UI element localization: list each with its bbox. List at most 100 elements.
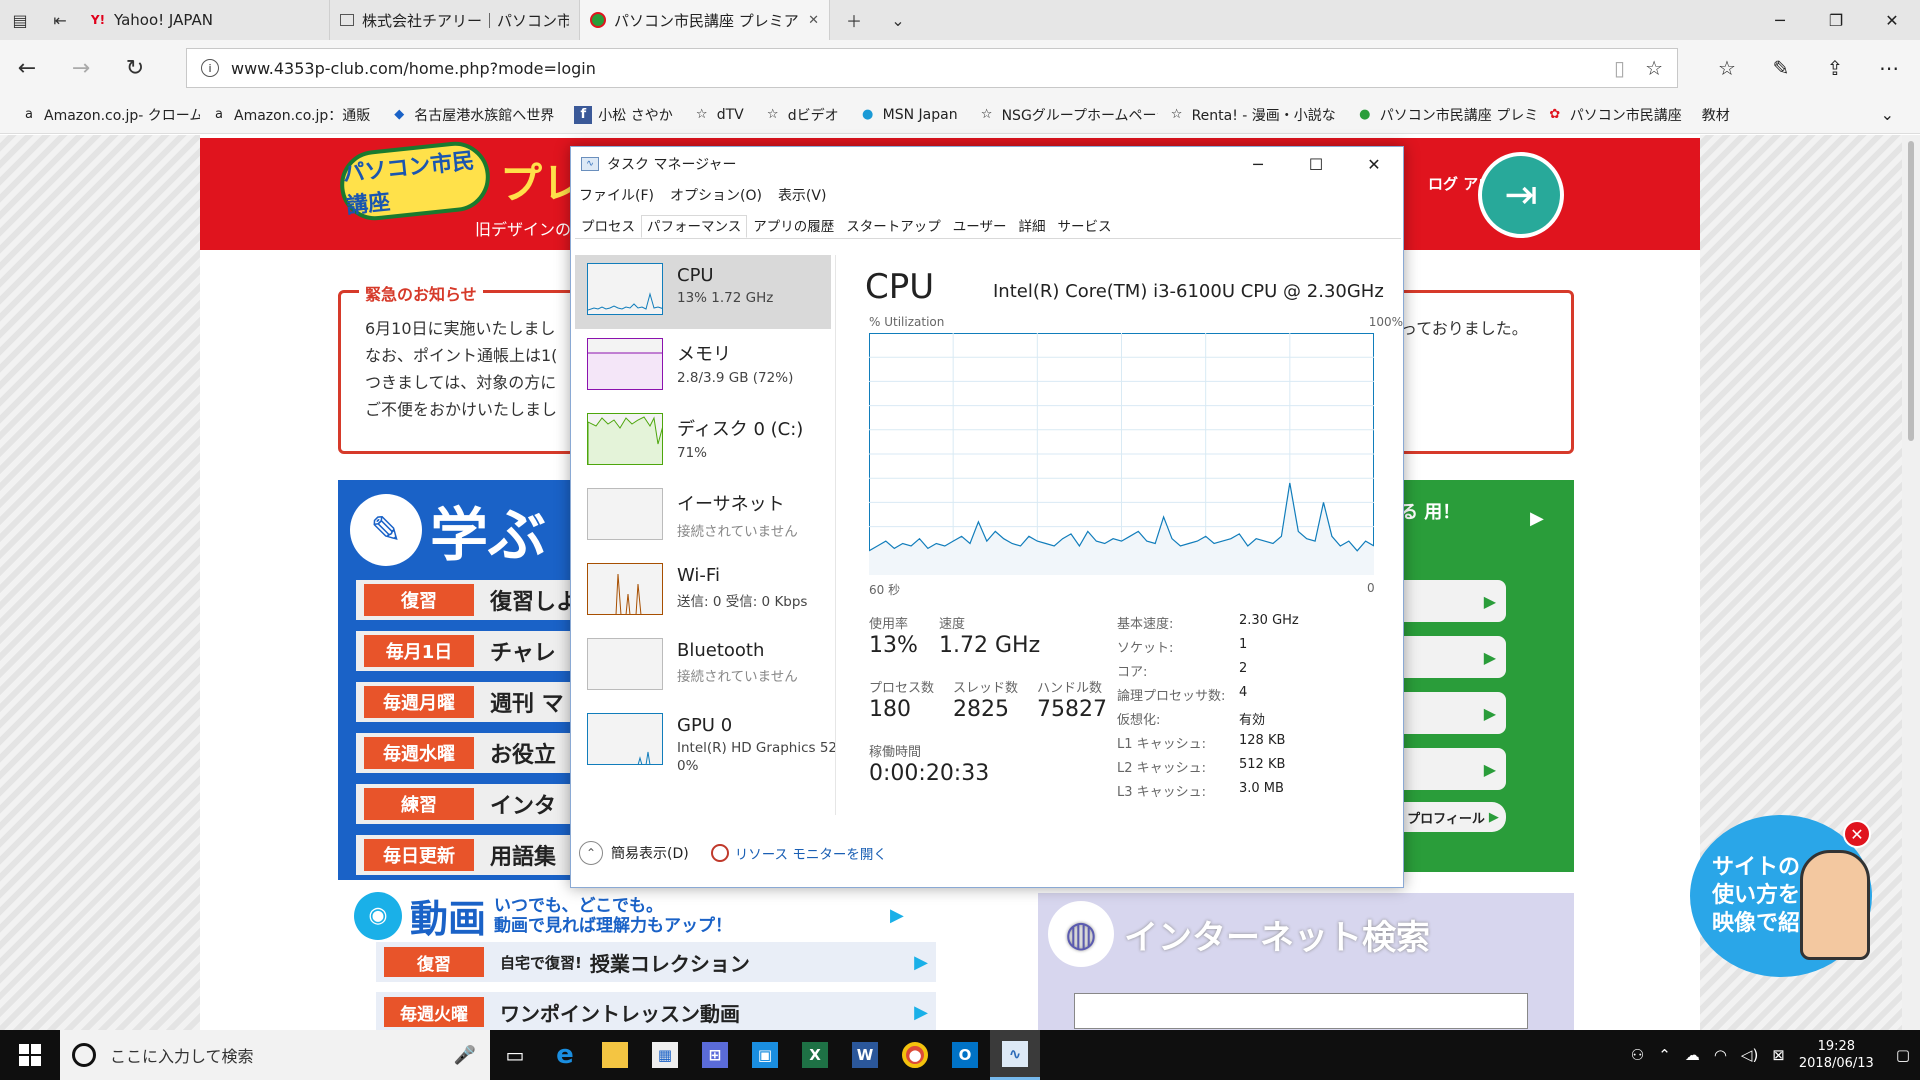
green-button[interactable]: ▶ bbox=[1400, 636, 1506, 678]
excel-icon[interactable]: X bbox=[790, 1030, 840, 1080]
menu-file[interactable]: ファイル(F) bbox=[579, 185, 654, 205]
onedrive-icon[interactable]: ☁ bbox=[1685, 1046, 1700, 1064]
people-icon[interactable]: ⚇ bbox=[1631, 1046, 1644, 1064]
close-tab-icon[interactable]: ✕ bbox=[808, 13, 819, 28]
back-icon[interactable]: ← bbox=[0, 40, 54, 96]
url-field[interactable]: i www.4353p-club.com/home.php?mode=login… bbox=[186, 48, 1678, 88]
task-manager-taskbar-icon[interactable]: ∿ bbox=[990, 1030, 1040, 1080]
chevron-up-icon[interactable]: ⌃ bbox=[1658, 1046, 1671, 1064]
maximize-icon[interactable]: ☐ bbox=[1287, 147, 1345, 181]
share-icon[interactable]: ⇪ bbox=[1808, 40, 1862, 96]
task-view-icon[interactable]: ▭ bbox=[490, 1030, 540, 1080]
profile-button[interactable]: プロフィール ▶ bbox=[1400, 802, 1506, 832]
word-icon[interactable]: W bbox=[840, 1030, 890, 1080]
resource-ethernet[interactable]: イーサネット 接続されていません bbox=[575, 480, 831, 554]
new-tab-icon[interactable]: ＋ bbox=[830, 0, 878, 40]
favorite-item[interactable]: 教材 bbox=[1692, 105, 1740, 125]
tab-details[interactable]: 詳細 bbox=[1012, 215, 1051, 238]
file-explorer-icon[interactable] bbox=[590, 1030, 640, 1080]
resource-bluetooth[interactable]: Bluetooth 接続されていません bbox=[575, 630, 831, 704]
outlook-icon[interactable]: O bbox=[940, 1030, 990, 1080]
favorite-item[interactable]: f 小松 さやか bbox=[564, 105, 682, 125]
green-button[interactable]: ▶ bbox=[1400, 692, 1506, 734]
tab-processes[interactable]: プロセス bbox=[575, 215, 641, 238]
resource-monitor-link[interactable]: リソース モニターを開く bbox=[710, 843, 887, 863]
site-logo[interactable]: パソコン市民講座 bbox=[336, 138, 494, 224]
maximize-icon[interactable]: ❐ bbox=[1808, 0, 1864, 40]
memory-sparkline bbox=[588, 352, 662, 389]
resource-wifi[interactable]: Wi-Fi 送信: 0 受信: 0 Kbps bbox=[575, 555, 831, 629]
tab-services[interactable]: サービス bbox=[1051, 215, 1117, 238]
resource-cpu[interactable]: CPU 13% 1.72 GHz bbox=[575, 255, 831, 329]
pen-icon[interactable]: ✎ bbox=[1754, 40, 1808, 96]
task-manager-titlebar[interactable]: ∿ タスク マネージャー ─ ☐ ✕ bbox=[571, 147, 1403, 181]
favorite-item[interactable]: ◆ 名古屋港水族館へ世界 bbox=[380, 105, 564, 125]
info-icon[interactable]: i bbox=[201, 59, 219, 77]
chevron-down-icon[interactable]: ⌄ bbox=[878, 0, 918, 40]
microphone-icon[interactable]: 🎤 bbox=[454, 1045, 476, 1066]
close-icon[interactable]: ✕ bbox=[1345, 147, 1403, 181]
favorite-label: 小松 さやか bbox=[598, 107, 673, 124]
wifi-icon[interactable]: ◠ bbox=[1714, 1046, 1727, 1064]
volume-icon[interactable]: ◁) bbox=[1741, 1046, 1758, 1064]
chrome-icon[interactable]: ● bbox=[890, 1030, 940, 1080]
notifications-icon[interactable]: ▢ bbox=[1896, 1046, 1910, 1064]
resource-memory[interactable]: メモリ 2.8/3.9 GB (72%) bbox=[575, 330, 831, 404]
set-aside-tabs-icon[interactable]: ⇤ bbox=[40, 0, 80, 40]
favorite-item[interactable]: a Amazon.co.jp- クローム bbox=[10, 105, 200, 125]
search-input[interactable] bbox=[1074, 993, 1528, 1029]
start-button[interactable] bbox=[0, 1030, 60, 1080]
green-button[interactable]: ▶ bbox=[1400, 580, 1506, 622]
close-promo-icon[interactable]: ✕ bbox=[1843, 820, 1871, 848]
old-design-link[interactable]: 旧デザインの bbox=[475, 216, 571, 240]
favorite-item[interactable]: ☆ NSGグループホームページ bbox=[968, 105, 1158, 125]
clock[interactable]: 19:28 2018/06/13 bbox=[1799, 1038, 1874, 1072]
favorite-item[interactable]: ✿ パソコン市民講座 bbox=[1536, 105, 1692, 125]
tab-list-icon[interactable]: ▤ bbox=[0, 0, 40, 40]
menu-options[interactable]: オプション(O) bbox=[670, 185, 762, 205]
fewer-details-link[interactable]: 簡易表示(D) bbox=[611, 843, 689, 863]
chevron-up-icon[interactable]: ⌃ bbox=[579, 841, 603, 865]
play-arrow-icon[interactable]: ▶ bbox=[1530, 508, 1544, 529]
taskbar-search[interactable]: ここに入力して検索 🎤 bbox=[60, 1030, 490, 1080]
browser-tab-yahoo[interactable]: Y! Yahoo! JAPAN bbox=[80, 0, 330, 40]
resource-gpu[interactable]: GPU 0 Intel(R) HD Graphics 52 0% bbox=[575, 705, 837, 779]
tab-users[interactable]: ユーザー bbox=[947, 215, 1013, 238]
favorite-item[interactable]: a Amazon.co.jp：通販 bbox=[200, 105, 380, 125]
minimize-icon[interactable]: ─ bbox=[1752, 0, 1808, 40]
resource-disk[interactable]: ディスク 0 (C:) 71% bbox=[575, 405, 831, 479]
reading-view-icon[interactable]: ▯ bbox=[1614, 56, 1625, 80]
browser-tab-premium[interactable]: パソコン市民講座 プレミア ✕ bbox=[580, 0, 830, 40]
favorite-item[interactable]: ☆ Renta! - 漫画・小説な bbox=[1158, 105, 1346, 125]
input-method-icon[interactable]: ⊠ bbox=[1772, 1046, 1785, 1064]
favorite-item[interactable]: ☆ dTV bbox=[683, 106, 754, 124]
green-button[interactable]: ▶ bbox=[1400, 748, 1506, 790]
page-scrollbar[interactable] bbox=[1902, 135, 1920, 1030]
tab-startup[interactable]: スタートアップ bbox=[840, 215, 947, 238]
minimize-icon[interactable]: ─ bbox=[1229, 147, 1287, 181]
more-icon[interactable]: ⋯ bbox=[1862, 40, 1916, 96]
favorite-item[interactable]: ● パソコン市民講座 プレミ bbox=[1346, 105, 1536, 125]
chevron-down-icon[interactable]: ⌄ bbox=[1881, 105, 1894, 124]
forward-icon[interactable]: → bbox=[54, 40, 108, 96]
amazon-icon: a bbox=[25, 107, 33, 122]
app-icon[interactable]: ▣ bbox=[740, 1030, 790, 1080]
menu-view[interactable]: 表示(V) bbox=[778, 185, 827, 205]
tab-performance[interactable]: パフォーマンス bbox=[641, 215, 748, 238]
browser-tab-cheery[interactable]: 株式会社チアリー｜パソコン市民 bbox=[330, 0, 580, 40]
logout-button[interactable]: ⇥ bbox=[1478, 152, 1564, 238]
refresh-icon[interactable]: ↻ bbox=[108, 40, 162, 96]
calculator-icon[interactable]: ⊞ bbox=[690, 1030, 740, 1080]
store-icon[interactable]: ▦ bbox=[640, 1030, 690, 1080]
favorites-hub-icon[interactable]: ☆ bbox=[1700, 40, 1754, 96]
video-row[interactable]: 復習 自宅で復習! 授業コレクション ▶ bbox=[376, 942, 936, 982]
edge-icon[interactable]: e bbox=[540, 1030, 590, 1080]
favorite-star-icon[interactable]: ☆ bbox=[1645, 56, 1663, 80]
close-icon[interactable]: ✕ bbox=[1864, 0, 1920, 40]
play-arrow-icon[interactable]: ▶ bbox=[890, 905, 904, 926]
favorite-item[interactable]: ● MSN Japan bbox=[849, 106, 968, 124]
scrollbar-thumb[interactable] bbox=[1908, 141, 1914, 441]
tab-app-history[interactable]: アプリの履歴 bbox=[747, 215, 840, 238]
video-row[interactable]: 毎週火曜 ワンポイントレッスン動画 ▶ bbox=[376, 992, 936, 1030]
favorite-item[interactable]: ☆ dビデオ bbox=[754, 105, 849, 125]
